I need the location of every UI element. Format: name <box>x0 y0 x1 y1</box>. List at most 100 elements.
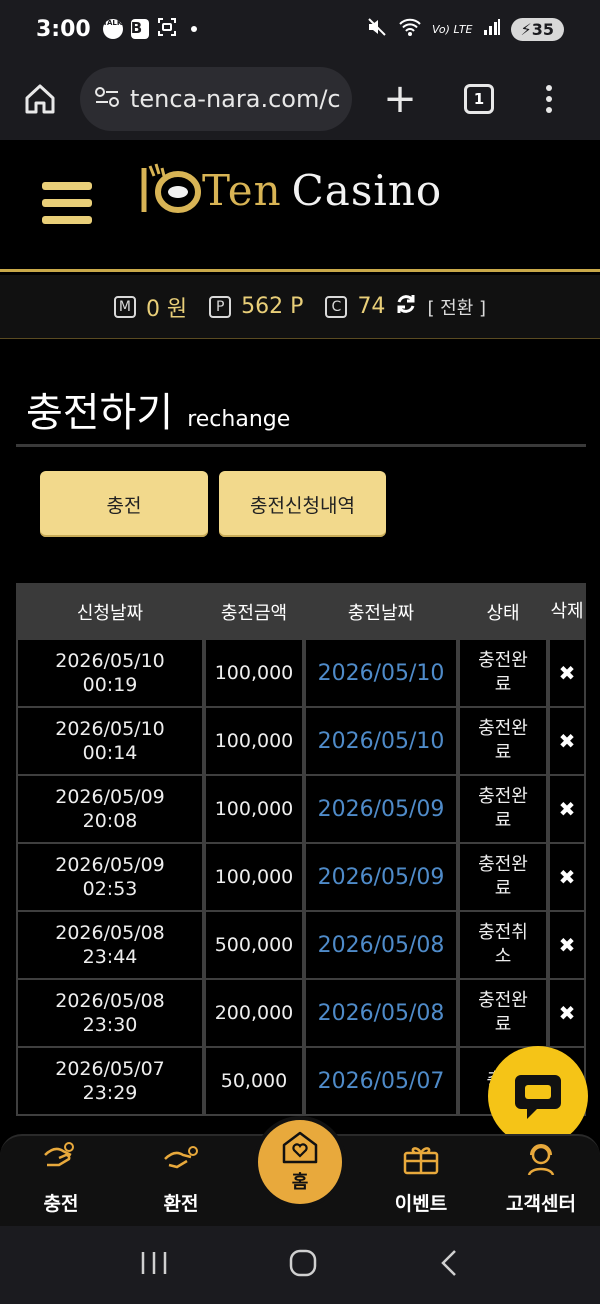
charge-hand-icon <box>44 1142 74 1167</box>
cell-charge-date[interactable]: 2026/05/08 <box>304 980 458 1048</box>
mute-icon <box>366 16 388 42</box>
cell-request-date: 2026/05/09 02:53 <box>16 844 204 912</box>
gift-icon <box>403 1147 439 1175</box>
cell-request-date: 2026/05/10 00:14 <box>16 708 204 776</box>
new-tab-button[interactable]: + <box>380 79 420 119</box>
ten-casino-logo[interactable]: Ten Casino <box>138 162 442 218</box>
cell-amount: 100,000 <box>204 844 304 912</box>
page-title-ko: 충전하기 <box>26 390 174 436</box>
table-row: 2026/05/09 02:53 100,000 2026/05/09 충전완 료 ✖ <box>16 844 586 912</box>
table-row: 2026/05/10 00:19 100,000 2026/05/10 충전완 료 ✖ <box>16 640 586 708</box>
nav-charge[interactable]: 충전 <box>6 1136 116 1228</box>
nav-event[interactable]: 이벤트 <box>366 1136 476 1228</box>
header-amount: 충전금액 <box>220 602 288 624</box>
cell-request-date: 2026/05/07 23:29 <box>16 1048 204 1116</box>
header-charge-date: 충전날짜 <box>347 602 415 624</box>
kakaotalk-icon: TALK <box>102 19 123 39</box>
title-divider <box>16 444 586 447</box>
table-row: 2026/05/08 23:44 500,000 2026/05/08 충전취 소 ✖ <box>16 912 586 980</box>
cell-amount: 100,000 <box>204 708 304 776</box>
delete-icon[interactable]: ✖ <box>548 640 586 708</box>
table-header: 신청날짜 충전금액 충전날짜 상태 삭제 <box>16 583 586 640</box>
browser-home-icon[interactable] <box>0 82 80 116</box>
dot-icon <box>190 26 197 32</box>
point-icon: P <box>209 295 232 318</box>
refresh-icon[interactable] <box>395 293 417 321</box>
signal-icon <box>483 18 501 40</box>
delete-icon[interactable]: ✖ <box>548 708 586 776</box>
site-header: Ten Casino <box>0 140 600 272</box>
cell-request-date: 2026/05/09 20:08 <box>16 776 204 844</box>
hamburger-menu-icon[interactable] <box>42 182 92 233</box>
balance-bar: M 0 원 P 562 P C 74 [ 전환 ] <box>0 275 600 339</box>
cell-charge-date[interactable]: 2026/05/07 <box>304 1048 458 1116</box>
header-request-date: 신청날짜 <box>76 602 144 624</box>
status-time: 3:00 <box>36 16 91 42</box>
convert-button[interactable]: [ 전환 ] <box>427 294 486 320</box>
cell-charge-date[interactable]: 2026/05/09 <box>304 844 458 912</box>
exchange-hand-icon <box>164 1146 198 1169</box>
cell-charge-date[interactable]: 2026/05/09 <box>304 776 458 844</box>
money-balance: 0 원 <box>145 296 188 322</box>
header-status: 상태 <box>486 602 520 624</box>
cell-amount: 100,000 <box>204 776 304 844</box>
logo-mark-icon <box>141 163 201 213</box>
nav-home[interactable]: 홈 <box>254 1116 346 1208</box>
point-balance: 562 P <box>241 294 304 319</box>
cell-amount: 100,000 <box>204 640 304 708</box>
screenshot-icon <box>157 17 177 41</box>
delete-icon[interactable]: ✖ <box>548 912 586 980</box>
cell-amount: 50,000 <box>204 1048 304 1116</box>
cell-request-date: 2026/05/08 23:30 <box>16 980 204 1048</box>
address-bar[interactable]: tenca-nara.com/c <box>80 67 352 131</box>
table-row: 2026/05/10 00:14 100,000 2026/05/10 충전완 료 ✖ <box>16 708 586 776</box>
chat-bubble-icon <box>515 1075 561 1119</box>
status-bar: 3:00 TALK B Vo) LTE ⚡35 <box>0 0 600 58</box>
home-heart-icon <box>282 1131 318 1164</box>
nav-support[interactable]: 고객센터 <box>486 1136 596 1228</box>
cell-request-date: 2026/05/10 00:19 <box>16 640 204 708</box>
cell-amount: 500,000 <box>204 912 304 980</box>
site-settings-icon[interactable] <box>94 85 120 113</box>
b-app-icon: B <box>130 19 149 39</box>
coin-icon: C <box>325 295 348 318</box>
logo-text-ten: Ten <box>202 165 282 215</box>
delete-icon[interactable]: ✖ <box>548 980 586 1048</box>
tab-switcher-button[interactable]: 1 <box>464 84 494 114</box>
delete-icon[interactable]: ✖ <box>548 844 586 912</box>
cell-request-date: 2026/05/08 23:44 <box>16 912 204 980</box>
header-delete: 삭제 <box>550 600 584 622</box>
logo-text-casino: Casino <box>291 165 443 215</box>
system-navigation-bar <box>0 1226 600 1304</box>
charge-history-button[interactable]: 충전신청내역 <box>219 471 386 537</box>
wifi-icon <box>398 17 422 41</box>
cell-status: 충전완 료 <box>458 980 548 1048</box>
cell-charge-date[interactable]: 2026/05/10 <box>304 708 458 776</box>
cell-status: 충전완 료 <box>458 640 548 708</box>
cell-charge-date[interactable]: 2026/05/08 <box>304 912 458 980</box>
cell-status: 충전완 료 <box>458 844 548 912</box>
money-icon: M <box>113 295 136 318</box>
chat-support-button[interactable] <box>488 1046 588 1146</box>
charge-button[interactable]: 충전 <box>40 471 208 537</box>
system-home-icon[interactable] <box>288 1248 318 1282</box>
battery-indicator: ⚡35 <box>510 17 564 41</box>
url-text: tenca-nara.com/c <box>130 85 341 113</box>
nav-exchange[interactable]: 환전 <box>126 1136 236 1228</box>
browser-menu-icon[interactable] <box>546 85 552 113</box>
cell-status: 충전취 소 <box>458 912 548 980</box>
network-type: Vo) LTE <box>432 22 473 36</box>
cell-status: 충전완 료 <box>458 776 548 844</box>
browser-toolbar: tenca-nara.com/c + 1 <box>0 58 600 140</box>
charge-history-table: 신청날짜 충전금액 충전날짜 상태 삭제 2026/05/10 00:19 100,… <box>16 583 586 1116</box>
cell-status: 충전완 료 <box>458 708 548 776</box>
table-row: 2026/05/08 23:30 200,000 2026/05/08 충전완 료 ✖ <box>16 980 586 1048</box>
cell-charge-date[interactable]: 2026/05/10 <box>304 640 458 708</box>
delete-icon[interactable]: ✖ <box>548 776 586 844</box>
cell-amount: 200,000 <box>204 980 304 1048</box>
page-title-en: rechange <box>187 407 291 432</box>
page-title: 충전하기 rechange <box>26 380 290 438</box>
coin-balance: 74 <box>357 294 386 319</box>
back-icon[interactable] <box>437 1248 461 1282</box>
recent-apps-icon[interactable] <box>139 1250 169 1280</box>
